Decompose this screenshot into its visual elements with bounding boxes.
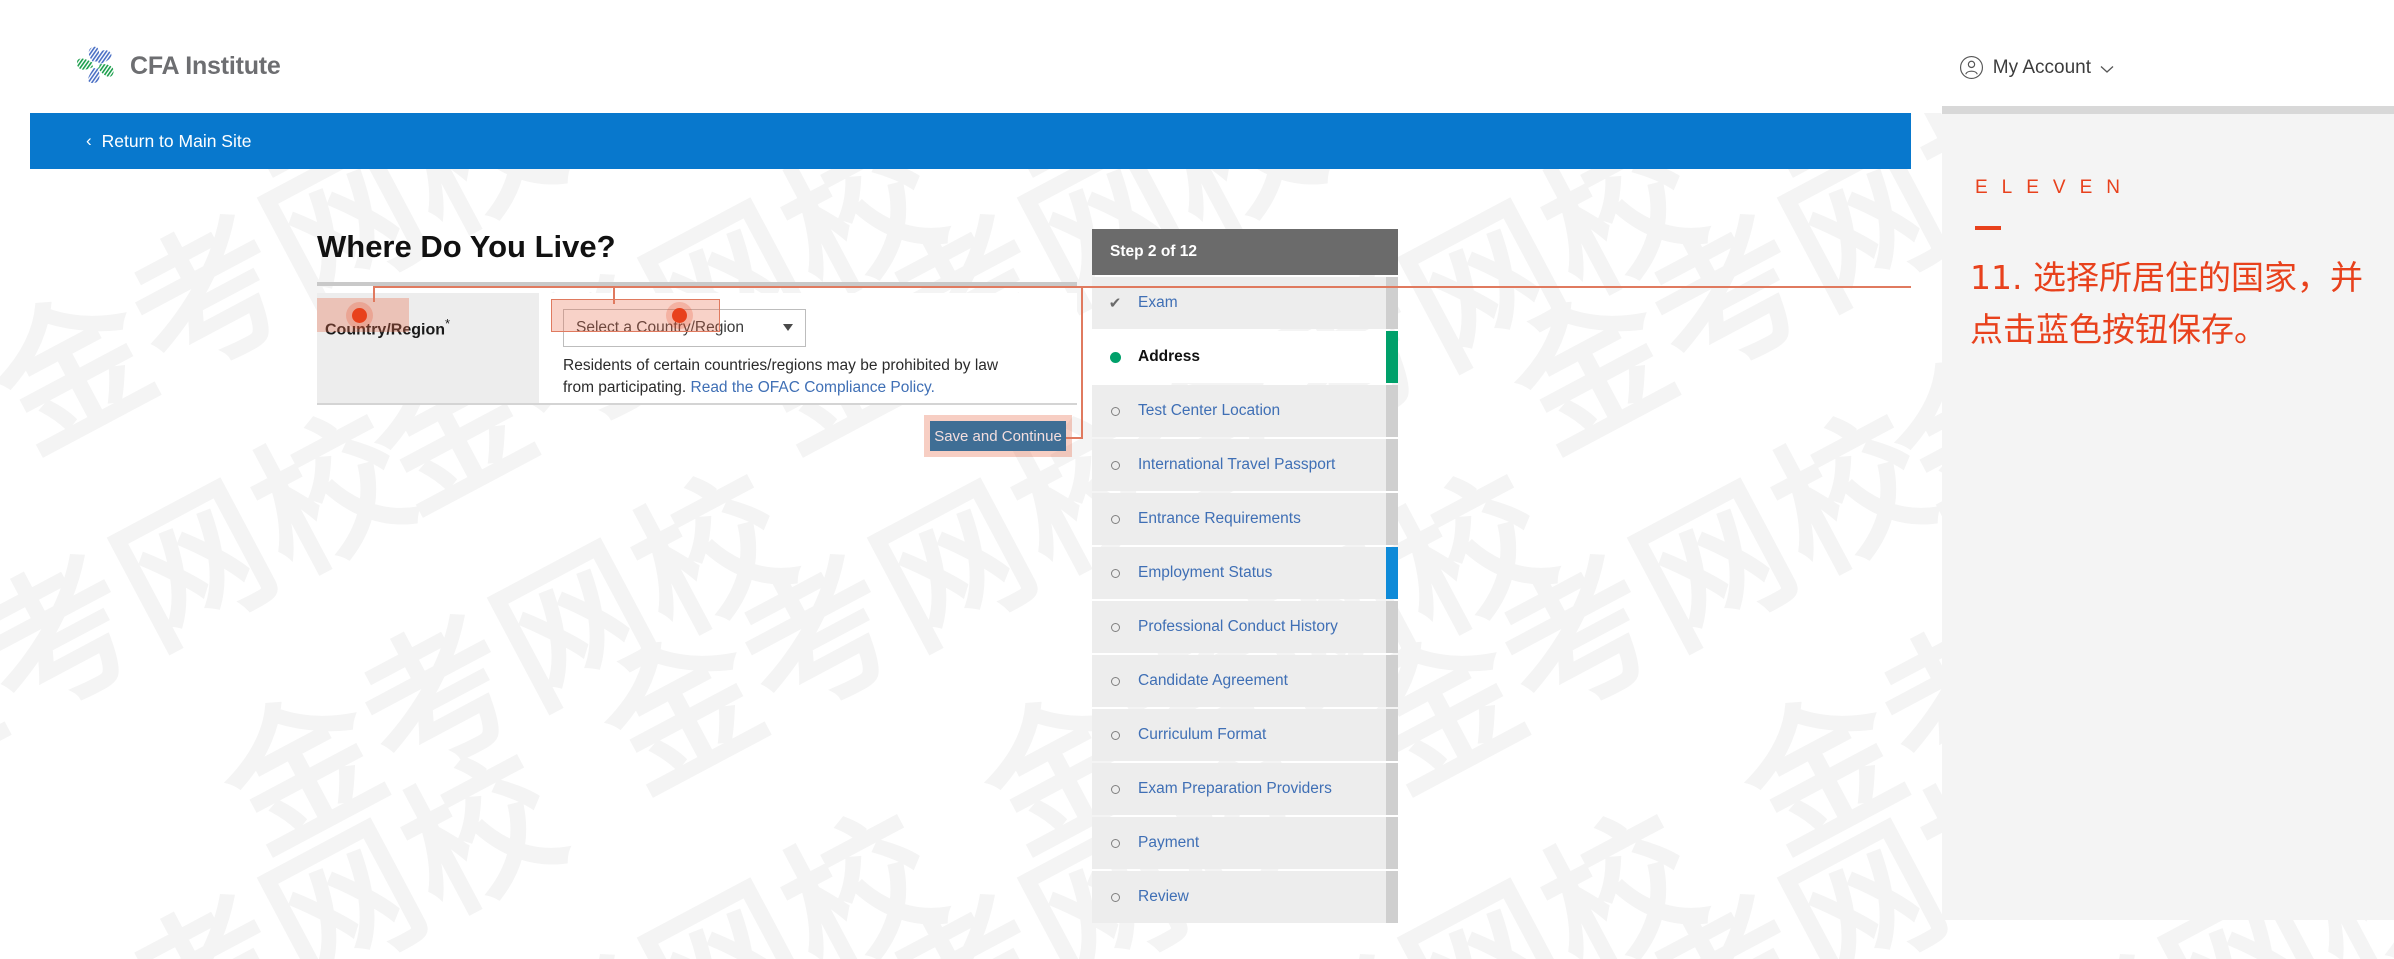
step-accent-bar	[1386, 385, 1398, 437]
step-item-label: International Travel Passport	[1138, 456, 1336, 473]
step-accent-bar	[1386, 493, 1398, 545]
side-panel-top-rule	[1942, 106, 2394, 110]
step-item-candidate-agreement[interactable]: Candidate Agreement	[1092, 655, 1398, 707]
country-region-select-value: Select a Country/Region	[576, 319, 745, 336]
step-item-label: Payment	[1138, 834, 1200, 851]
return-to-main-site-label: Return to Main Site	[101, 130, 252, 151]
return-to-main-site-link[interactable]: ‹ Return to Main Site	[86, 113, 251, 169]
step-item-label: Exam Preparation Providers	[1138, 780, 1332, 797]
step-item-label: Address	[1138, 348, 1201, 365]
empty-circle-icon	[1092, 622, 1138, 632]
step-item-label: Review	[1138, 888, 1189, 905]
step-accent-bar	[1386, 817, 1398, 869]
site-header: CFA Institute My Account	[0, 0, 2394, 113]
step-accent-bar	[1386, 277, 1398, 329]
step-item-label: Entrance Requirements	[1138, 510, 1301, 527]
progress-step-list: Step 2 of 12 ✔ Exam Address Test Center Loc…	[1092, 229, 1398, 923]
step-counter-header: Step 2 of 12	[1092, 229, 1398, 275]
instruction-dash	[1975, 226, 2001, 230]
step-accent-bar	[1386, 763, 1398, 815]
step-item-curriculum-format[interactable]: Curriculum Format	[1092, 709, 1398, 761]
my-account-label: My Account	[1992, 56, 2091, 78]
chevron-left-icon: ‹	[86, 130, 92, 150]
select-caret-icon	[783, 324, 793, 331]
required-marker: *	[445, 316, 451, 331]
cfa-pinwheel-logo-icon	[74, 44, 118, 88]
ofac-compliance-policy-link[interactable]: Read the OFAC Compliance Policy.	[691, 379, 935, 396]
empty-circle-icon	[1092, 676, 1138, 686]
title-divider	[317, 282, 1077, 286]
user-circle-icon	[1959, 55, 1984, 80]
step-accent-bar	[1386, 439, 1398, 491]
step-item-payment[interactable]: Payment	[1092, 817, 1398, 869]
empty-circle-icon	[1092, 406, 1138, 416]
step-item-address[interactable]: Address	[1092, 331, 1398, 383]
my-account-menu[interactable]: My Account	[1959, 55, 2114, 80]
form-bottom-divider	[317, 403, 1077, 405]
check-icon: ✔	[1108, 295, 1122, 312]
empty-circle-icon	[1092, 838, 1138, 848]
country-region-label-cell: Country/Region*	[317, 293, 539, 403]
step-item-review[interactable]: Review	[1092, 871, 1398, 923]
step-item-label: Candidate Agreement	[1138, 672, 1288, 689]
step-accent-bar	[1386, 547, 1398, 599]
step-item-label: Employment Status	[1138, 564, 1273, 581]
empty-circle-icon	[1092, 784, 1138, 794]
step-item-exam[interactable]: ✔ Exam	[1092, 277, 1398, 329]
save-and-continue-button[interactable]: Save and Continue	[930, 421, 1066, 451]
empty-circle-icon	[1092, 730, 1138, 740]
step-item-international-travel-passport[interactable]: International Travel Passport	[1092, 439, 1398, 491]
country-region-select[interactable]: Select a Country/Region	[563, 309, 806, 347]
step-item-label: Test Center Location	[1138, 402, 1281, 419]
empty-circle-icon	[1092, 568, 1138, 578]
empty-circle-icon	[1092, 892, 1138, 902]
chevron-down-icon	[2100, 61, 2114, 74]
ofac-help-text: Residents of certain countries/regions m…	[563, 355, 1033, 400]
empty-circle-icon	[1092, 460, 1138, 470]
step-accent-bar	[1386, 655, 1398, 707]
address-form-table: Country/Region* Select a Country/Region …	[317, 293, 1077, 403]
step-item-test-center-location[interactable]: Test Center Location	[1092, 385, 1398, 437]
instruction-side-panel: ELEVEN 11. 选择所居住的国家，并点击蓝色按钮保存。	[1942, 110, 2394, 920]
instruction-eyebrow: ELEVEN	[1975, 177, 2134, 198]
step-item-professional-conduct-history[interactable]: Professional Conduct History	[1092, 601, 1398, 653]
step-item-label: Exam	[1138, 294, 1178, 311]
empty-circle-icon	[1092, 514, 1138, 524]
step-item-label: Curriculum Format	[1138, 726, 1267, 743]
step-item-employment-status[interactable]: Employment Status	[1092, 547, 1398, 599]
current-step-dot-icon	[1092, 351, 1138, 363]
step-item-entrance-requirements[interactable]: Entrance Requirements	[1092, 493, 1398, 545]
step-accent-bar	[1386, 601, 1398, 653]
step-accent-bar	[1386, 871, 1398, 923]
step-item-exam-preparation-providers[interactable]: Exam Preparation Providers	[1092, 763, 1398, 815]
step-accent-bar	[1386, 331, 1398, 383]
brand-logo[interactable]: CFA Institute	[74, 44, 281, 88]
page-title: Where Do You Live?	[317, 229, 616, 264]
step-items: ✔ Exam Address Test Center Location Internat…	[1092, 277, 1398, 923]
step-item-label: Professional Conduct History	[1138, 618, 1338, 635]
return-to-main-site-bar: ‹ Return to Main Site	[30, 113, 1911, 169]
country-region-value-cell: Select a Country/Region Residents of cer…	[539, 293, 1077, 403]
country-region-label: Country/Region*	[325, 316, 451, 339]
step-accent-bar	[1386, 709, 1398, 761]
brand-name: CFA Institute	[130, 51, 281, 80]
instruction-text: 11. 选择所居住的国家，并点击蓝色按钮保存。	[1970, 258, 2363, 350]
